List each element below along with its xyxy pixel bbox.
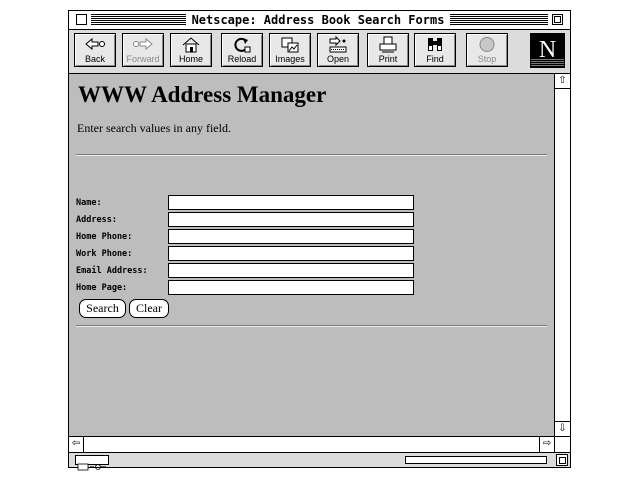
forward-label: Forward (126, 54, 160, 64)
reload-button[interactable]: Reload (221, 33, 263, 67)
stop-icon (467, 36, 507, 54)
window-title: Netscape: Address Book Search Forms (186, 12, 450, 28)
email-label: Email Address: (76, 266, 148, 276)
toolbar: Back Forward Home Reload Images Open Pri… (69, 30, 570, 74)
netscape-logo: N (530, 33, 565, 68)
instructions-text: Enter search values in any field. (77, 121, 231, 135)
browser-window: Netscape: Address Book Search Forms Back… (68, 10, 571, 471)
images-label: Images (275, 54, 305, 64)
back-label: Back (84, 54, 105, 64)
name-input[interactable] (168, 195, 414, 210)
work-phone-label: Work Phone: (76, 249, 133, 259)
page-title: WWW Address Manager (78, 82, 327, 107)
resize-handle[interactable] (556, 454, 568, 466)
email-input[interactable] (168, 263, 414, 278)
forward-button[interactable]: Forward (122, 33, 164, 67)
name-row: Name: (76, 195, 476, 212)
email-row: Email Address: (76, 263, 476, 280)
home-phone-label: Home Phone: (76, 232, 133, 242)
address-row: Address: (76, 212, 476, 229)
stop-label: Stop (477, 54, 497, 64)
home-icon (171, 36, 211, 54)
reload-label: Reload (227, 54, 257, 64)
title-stripes (450, 14, 548, 25)
printer-icon (368, 36, 408, 54)
scroll-down-arrow-icon[interactable]: ⇩ (555, 421, 570, 436)
home-page-input[interactable] (168, 280, 414, 295)
home-phone-input[interactable] (168, 229, 414, 244)
images-icon (270, 36, 310, 54)
logo-letter: N (538, 37, 557, 63)
scroll-up-arrow-icon[interactable]: ⇧ (555, 74, 570, 89)
security-key-icon (75, 455, 109, 471)
open-label: Open (326, 54, 350, 64)
horizontal-scrollbar[interactable]: ⇦ ⇨ (69, 436, 554, 452)
work-phone-input[interactable] (168, 246, 414, 261)
home-phone-row: Home Phone: (76, 229, 476, 246)
binoculars-icon (415, 36, 455, 54)
search-button[interactable]: Search (79, 299, 126, 318)
home-button[interactable]: Home (170, 33, 212, 67)
print-button[interactable]: Print (367, 33, 409, 67)
images-button[interactable]: Images (269, 33, 311, 67)
scroll-left-arrow-icon[interactable]: ⇦ (69, 437, 84, 452)
divider (76, 154, 547, 156)
back-arrow-icon (75, 36, 115, 54)
forward-arrow-icon (123, 36, 163, 54)
status-bar (69, 452, 570, 471)
scroll-corner (554, 436, 570, 452)
page-content: WWW Address Manager Enter search values … (69, 74, 554, 436)
clear-button[interactable]: Clear (129, 299, 169, 318)
home-page-label: Home Page: (76, 283, 128, 293)
work-phone-row: Work Phone: (76, 246, 476, 263)
back-button[interactable]: Back (74, 33, 116, 67)
find-button[interactable]: Find (414, 33, 456, 67)
home-label: Home (178, 54, 203, 64)
scroll-right-arrow-icon[interactable]: ⇨ (539, 437, 554, 452)
address-input[interactable] (168, 212, 414, 227)
stop-button[interactable]: Stop (466, 33, 508, 67)
divider (76, 325, 547, 327)
reload-icon (222, 36, 262, 54)
name-label: Name: (76, 198, 102, 208)
zoom-box[interactable] (552, 14, 563, 25)
print-label: Print (378, 54, 398, 64)
find-label: Find (426, 54, 444, 64)
close-box[interactable] (76, 14, 87, 25)
open-button[interactable]: Open (317, 33, 359, 67)
home-page-row: Home Page: (76, 280, 476, 297)
title-stripes (91, 14, 186, 25)
open-icon (318, 36, 358, 54)
progress-bar (405, 456, 547, 464)
address-label: Address: (76, 215, 117, 225)
title-bar[interactable]: Netscape: Address Book Search Forms (69, 11, 570, 30)
vertical-scrollbar[interactable]: ⇧ ⇩ (554, 74, 570, 436)
